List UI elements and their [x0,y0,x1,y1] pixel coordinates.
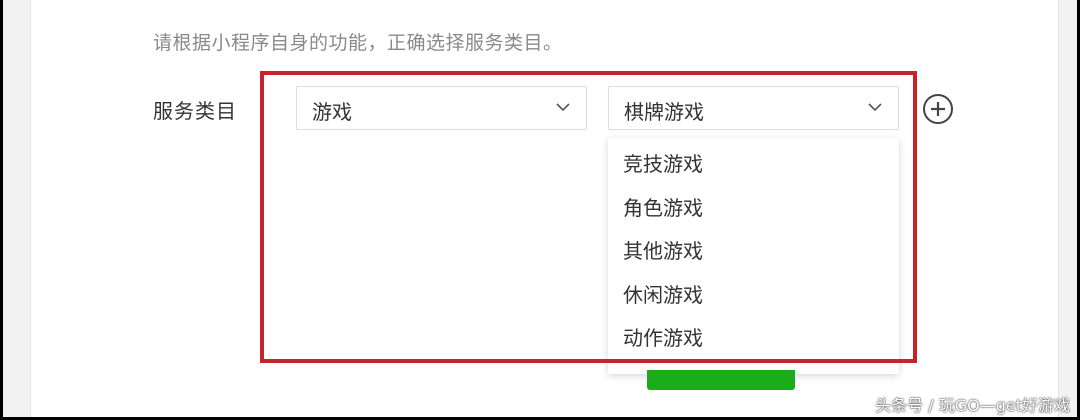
page-frame: 请根据小程序自身的功能，正确选择服务类目。 服务类目 游戏 棋牌游戏 竞技游戏 … [3,0,1077,417]
primary-category-select[interactable]: 游戏 [296,86,587,130]
right-side-panel [1058,0,1077,417]
category-hint-text: 请根据小程序自身的功能，正确选择服务类目。 [153,32,563,54]
primary-category-value: 游戏 [312,100,352,124]
chevron-down-icon [868,103,882,112]
chevron-down-icon [556,103,570,112]
dropdown-option[interactable]: 竞技游戏 [608,143,899,187]
dropdown-option[interactable]: 动作游戏 [608,317,899,361]
secondary-category-select[interactable]: 棋牌游戏 [608,86,899,130]
service-category-label: 服务类目 [153,99,237,123]
left-side-panel [3,0,31,417]
dropdown-option[interactable]: 其他游戏 [608,230,899,274]
confirm-button[interactable] [647,370,795,390]
watermark-text: 头条号 / 玩GO—get好游戏 [875,396,1070,415]
secondary-category-dropdown: 竞技游戏 角色游戏 其他游戏 休闲游戏 动作游戏 [608,138,899,374]
dropdown-option[interactable]: 角色游戏 [608,187,899,231]
dropdown-option[interactable]: 休闲游戏 [608,274,899,318]
secondary-category-value: 棋牌游戏 [624,100,704,124]
add-circle-icon[interactable] [922,93,954,125]
